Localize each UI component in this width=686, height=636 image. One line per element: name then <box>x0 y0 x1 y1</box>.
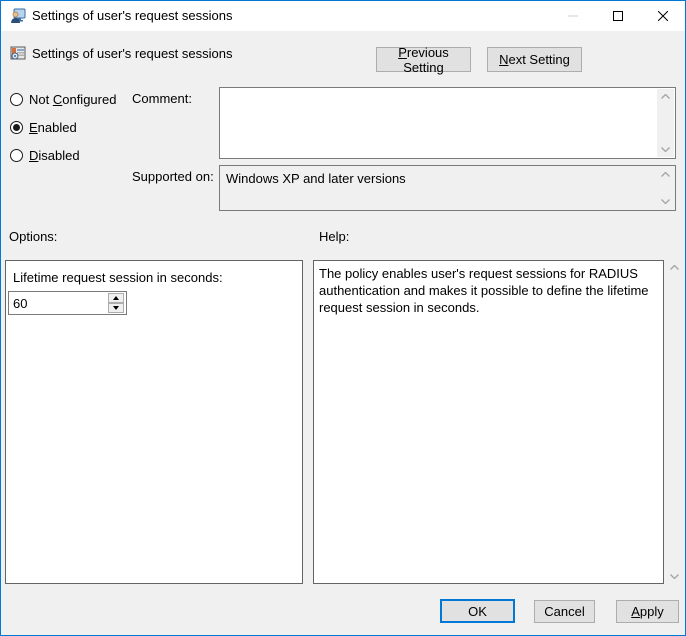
ok-button[interactable]: OK <box>440 599 515 623</box>
help-text: The policy enables user's request sessio… <box>319 266 649 315</box>
window-controls <box>550 1 685 31</box>
radio-not-configured[interactable]: Not Configured <box>10 91 116 107</box>
radio-circle-icon <box>10 92 23 106</box>
minimize-button <box>550 1 595 31</box>
policy-setting-icon <box>10 46 26 60</box>
setting-title: Settings of user's request sessions <box>32 46 233 61</box>
comment-input[interactable] <box>220 88 658 158</box>
lifetime-field-label: Lifetime request session in seconds: <box>13 270 223 285</box>
comment-scrollbar[interactable] <box>657 89 674 157</box>
next-setting-rest: ext Setting <box>508 52 570 67</box>
policy-setting-dialog: Settings of user's request sessions Sett… <box>0 0 686 636</box>
radio-enabled-label: Enabled <box>29 119 77 135</box>
previous-setting-rest: revious Setting <box>403 44 449 75</box>
supported-on-label: Supported on: <box>132 169 214 184</box>
radio-disabled-label: Disabled <box>29 147 80 163</box>
supported-scrollbar <box>657 167 674 209</box>
comment-label: Comment: <box>132 91 192 106</box>
group-policy-user-icon <box>11 8 26 23</box>
supported-on-value: Windows XP and later versions <box>226 171 406 186</box>
minimize-icon <box>567 15 578 17</box>
lifetime-input[interactable] <box>9 292 107 314</box>
window-title: Settings of user's request sessions <box>32 8 233 23</box>
scroll-down-icon[interactable] <box>666 569 683 584</box>
scroll-down-icon <box>657 194 674 209</box>
help-section-label: Help: <box>319 229 350 244</box>
options-section-label: Options: <box>9 229 58 244</box>
scroll-up-icon[interactable] <box>666 260 683 275</box>
cancel-button[interactable]: Cancel <box>534 600 595 623</box>
maximize-icon <box>612 11 623 21</box>
comment-box <box>219 87 676 159</box>
triangle-down-icon <box>113 306 119 310</box>
apply-button[interactable]: Apply <box>616 600 679 623</box>
titlebar: Settings of user's request sessions <box>1 1 685 31</box>
close-icon <box>657 11 668 21</box>
previous-setting-button[interactable]: Previous Setting <box>376 44 471 75</box>
options-panel: Lifetime request session in seconds: <box>5 260 303 584</box>
maximize-button[interactable] <box>595 1 640 31</box>
help-panel: The policy enables user's request sessio… <box>313 260 664 584</box>
close-button[interactable] <box>640 1 685 31</box>
supported-on-box: Windows XP and later versions <box>219 165 676 211</box>
help-scrollbar[interactable] <box>666 260 682 584</box>
scroll-up-icon[interactable] <box>657 89 674 104</box>
radio-circle-icon <box>10 120 23 134</box>
radio-disabled[interactable]: Disabled <box>10 147 80 163</box>
lifetime-spinbox <box>8 291 127 315</box>
previous-setting-key: P <box>398 44 407 60</box>
triangle-up-icon <box>113 296 119 300</box>
radio-circle-icon <box>10 148 23 162</box>
lifetime-spinner <box>108 293 124 313</box>
scroll-up-icon <box>657 167 674 182</box>
apply-key: A <box>631 604 640 619</box>
radio-not-configured-label: Not Configured <box>29 91 117 107</box>
spinner-up-button[interactable] <box>108 293 124 303</box>
next-setting-button[interactable]: Next Setting <box>487 47 582 72</box>
radio-enabled[interactable]: Enabled <box>10 119 77 135</box>
apply-rest: pply <box>639 604 664 619</box>
spinner-down-button[interactable] <box>108 303 124 313</box>
scroll-down-icon[interactable] <box>657 142 674 157</box>
